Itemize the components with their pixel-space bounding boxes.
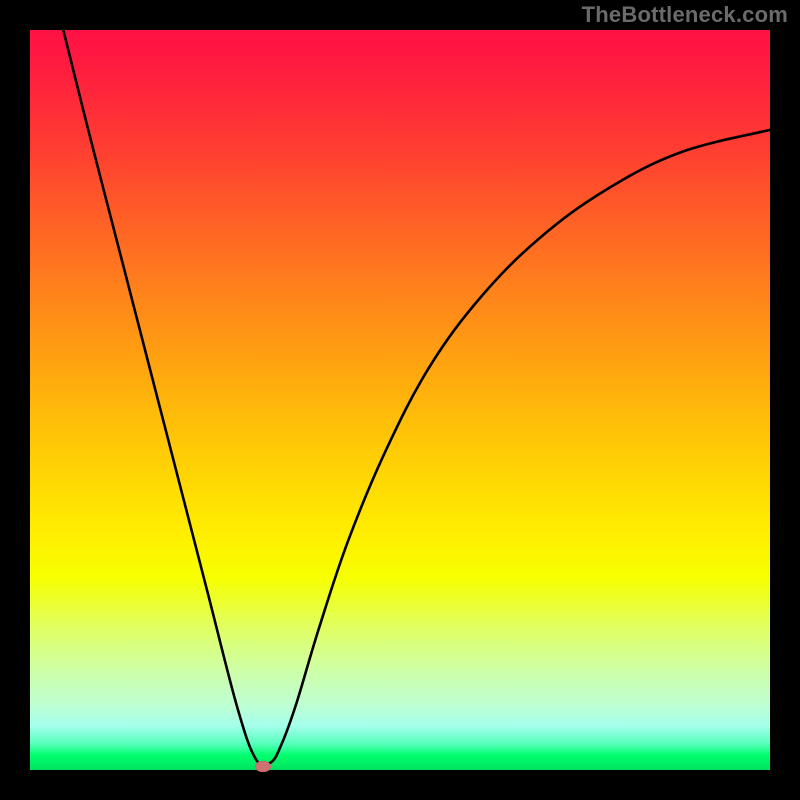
- watermark-label: TheBottleneck.com: [582, 2, 788, 28]
- minimum-marker: [255, 761, 271, 772]
- bottleneck-curve: [63, 30, 770, 765]
- curve-svg: [30, 30, 770, 770]
- chart-frame: TheBottleneck.com: [0, 0, 800, 800]
- plot-area: [30, 30, 770, 770]
